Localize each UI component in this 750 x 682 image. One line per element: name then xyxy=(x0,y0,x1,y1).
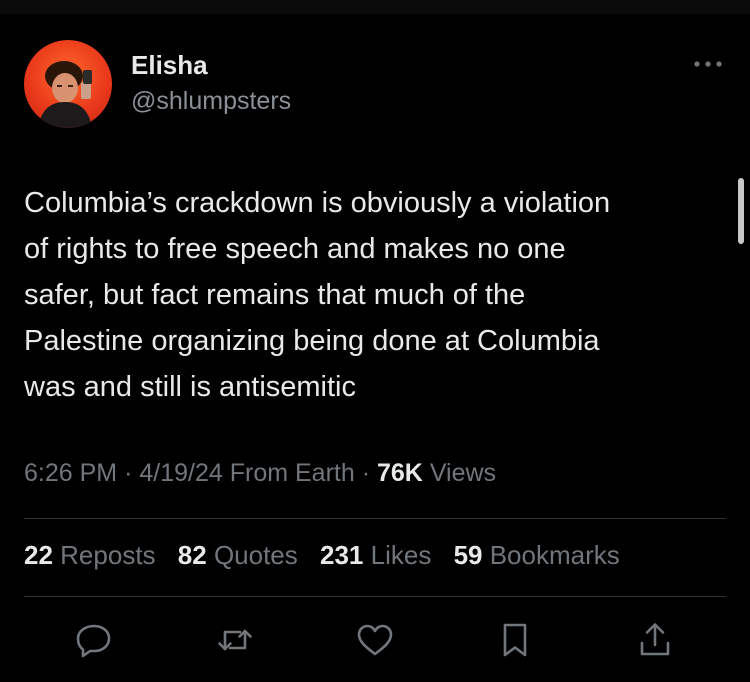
stat-label: Reposts xyxy=(60,540,156,570)
meta-separator: · xyxy=(124,459,133,487)
views-label: Views xyxy=(429,459,497,487)
stat-count: 59 xyxy=(453,540,483,570)
share-icon xyxy=(640,623,670,656)
action-bar xyxy=(0,618,750,666)
tweet-source: From Earth xyxy=(229,459,355,487)
avatar[interactable] xyxy=(24,40,112,128)
engagement-stats: 22 Reposts 82 Quotes 231 Likes 59 Bookma… xyxy=(24,540,635,571)
divider xyxy=(24,596,726,597)
top-bar xyxy=(0,0,750,14)
more-options-button[interactable] xyxy=(690,52,726,76)
reply-icon xyxy=(76,624,111,658)
tweet-text: Columbia’s crackdown is obviously a viol… xyxy=(24,187,611,403)
scrollbar[interactable] xyxy=(738,178,744,244)
bookmark-button[interactable] xyxy=(493,618,537,662)
stat-quotes[interactable]: 82 Quotes xyxy=(178,540,298,570)
divider xyxy=(24,518,726,519)
repost-button[interactable] xyxy=(213,618,257,662)
stat-count: 82 xyxy=(177,540,207,570)
reply-button[interactable] xyxy=(72,618,116,662)
stat-reposts[interactable]: 22 Reposts xyxy=(24,540,156,570)
profile-photo xyxy=(38,61,92,128)
meta-separator: · xyxy=(361,459,371,487)
tweet-meta: 6:26 PM · 4/19/24 From Earth · 76K Views xyxy=(24,459,496,488)
stat-bookmarks[interactable]: 59 Bookmarks xyxy=(454,540,620,570)
bookmark-icon xyxy=(503,623,527,657)
author-handle[interactable]: @shlumpsters xyxy=(131,87,291,116)
share-button[interactable] xyxy=(633,618,677,662)
stat-label: Bookmarks xyxy=(489,540,620,570)
tweet-date[interactable]: 4/19/24 xyxy=(139,459,222,487)
stat-count: 231 xyxy=(320,540,364,570)
like-icon xyxy=(357,624,393,656)
author-name[interactable]: Elisha xyxy=(131,50,208,81)
views-count: 76K xyxy=(376,459,423,487)
like-button[interactable] xyxy=(353,618,397,662)
stat-likes[interactable]: 231 Likes xyxy=(320,540,431,570)
repost-icon xyxy=(218,629,252,651)
stat-count: 22 xyxy=(24,540,53,570)
more-horizontal-icon xyxy=(694,61,722,67)
tweet-time[interactable]: 6:26 PM xyxy=(24,459,117,487)
stat-label: Quotes xyxy=(213,540,298,570)
stat-label: Likes xyxy=(370,540,432,570)
